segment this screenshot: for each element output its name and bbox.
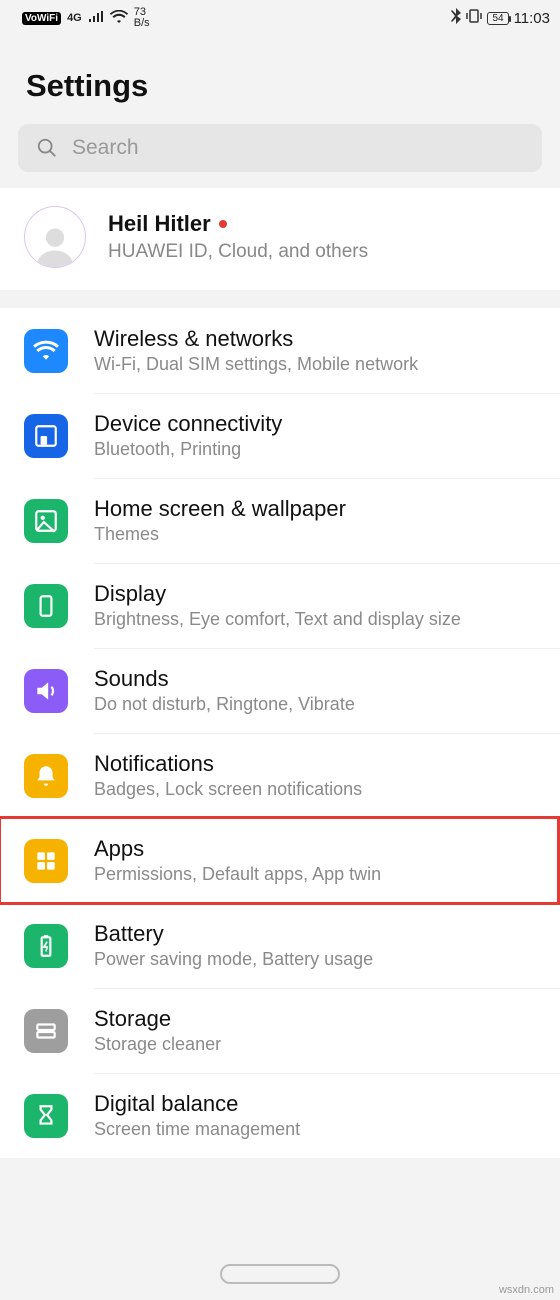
item-title: Display: [94, 581, 461, 607]
item-notifications[interactable]: Notifications Badges, Lock screen notifi…: [0, 733, 560, 818]
item-sub: Badges, Lock screen notifications: [94, 779, 362, 800]
account-text: Heil Hitler HUAWEI ID, Cloud, and others: [108, 211, 368, 263]
item-wireless-networks[interactable]: Wireless & networks Wi-Fi, Dual SIM sett…: [0, 308, 560, 393]
wifi-icon: [110, 10, 128, 27]
item-sub: Brightness, Eye comfort, Text and displa…: [94, 609, 461, 630]
settings-list: Wireless & networks Wi-Fi, Dual SIM sett…: [0, 308, 560, 1158]
search-input[interactable]: Search: [18, 124, 542, 172]
bluetooth-icon: [451, 8, 461, 28]
account-name: Heil Hitler: [108, 211, 368, 237]
item-title: Storage: [94, 1006, 221, 1032]
item-sub: Storage cleaner: [94, 1034, 221, 1055]
item-title: Battery: [94, 921, 373, 947]
watermark: wsxdn.com: [499, 1284, 554, 1296]
item-sub: Themes: [94, 524, 346, 545]
item-title: Digital balance: [94, 1091, 300, 1117]
vowifi-badge: VoWiFi: [22, 12, 61, 25]
item-title: Home screen & wallpaper: [94, 496, 346, 522]
connectivity-icon: [24, 414, 68, 458]
wifi-icon: [24, 329, 68, 373]
item-title: Sounds: [94, 666, 355, 692]
item-sub: Do not disturb, Ringtone, Vibrate: [94, 694, 355, 715]
wallpaper-icon: [24, 499, 68, 543]
item-digital-balance[interactable]: Digital balance Screen time management: [0, 1073, 560, 1158]
item-title: Device connectivity: [94, 411, 282, 437]
data-speed: 73 B/s: [134, 7, 150, 29]
item-sub: Wi-Fi, Dual SIM settings, Mobile network: [94, 354, 418, 375]
network-indicator: 4G: [67, 12, 82, 24]
sound-icon: [24, 669, 68, 713]
search-icon: [36, 137, 58, 159]
battery-icon: [24, 924, 68, 968]
item-sounds[interactable]: Sounds Do not disturb, Ringtone, Vibrate: [0, 648, 560, 733]
nav-pill[interactable]: [220, 1264, 340, 1284]
status-bar: VoWiFi 4G 73 B/s 54 11:03: [0, 0, 560, 32]
storage-icon: [24, 1009, 68, 1053]
avatar: [24, 206, 86, 268]
item-title: Wireless & networks: [94, 326, 418, 352]
hourglass-icon: [24, 1094, 68, 1138]
vibrate-icon: [466, 9, 482, 27]
item-home-wallpaper[interactable]: Home screen & wallpaper Themes: [0, 478, 560, 563]
apps-icon: [24, 839, 68, 883]
page-title: Settings: [26, 68, 534, 104]
battery-indicator: 54: [487, 12, 508, 25]
item-title: Notifications: [94, 751, 362, 777]
item-battery[interactable]: Battery Power saving mode, Battery usage: [0, 903, 560, 988]
item-sub: Screen time management: [94, 1119, 300, 1140]
status-left: VoWiFi 4G 73 B/s: [22, 7, 150, 29]
account-row[interactable]: Heil Hitler HUAWEI ID, Cloud, and others: [0, 188, 560, 290]
page-header: Settings: [0, 32, 560, 124]
clock: 11:03: [514, 10, 550, 27]
item-apps[interactable]: Apps Permissions, Default apps, App twin: [0, 818, 560, 903]
bell-icon: [24, 754, 68, 798]
item-sub: Power saving mode, Battery usage: [94, 949, 373, 970]
signal-icon: [88, 10, 104, 26]
status-right: 54 11:03: [451, 8, 550, 28]
display-icon: [24, 584, 68, 628]
item-display[interactable]: Display Brightness, Eye comfort, Text an…: [0, 563, 560, 648]
search-placeholder: Search: [72, 136, 139, 160]
search-container: Search: [0, 124, 560, 184]
item-sub: Permissions, Default apps, App twin: [94, 864, 381, 885]
item-sub: Bluetooth, Printing: [94, 439, 282, 460]
account-sub: HUAWEI ID, Cloud, and others: [108, 241, 368, 263]
item-title: Apps: [94, 836, 381, 862]
item-device-connectivity[interactable]: Device connectivity Bluetooth, Printing: [0, 393, 560, 478]
notification-dot-icon: [219, 220, 227, 228]
item-storage[interactable]: Storage Storage cleaner: [0, 988, 560, 1073]
